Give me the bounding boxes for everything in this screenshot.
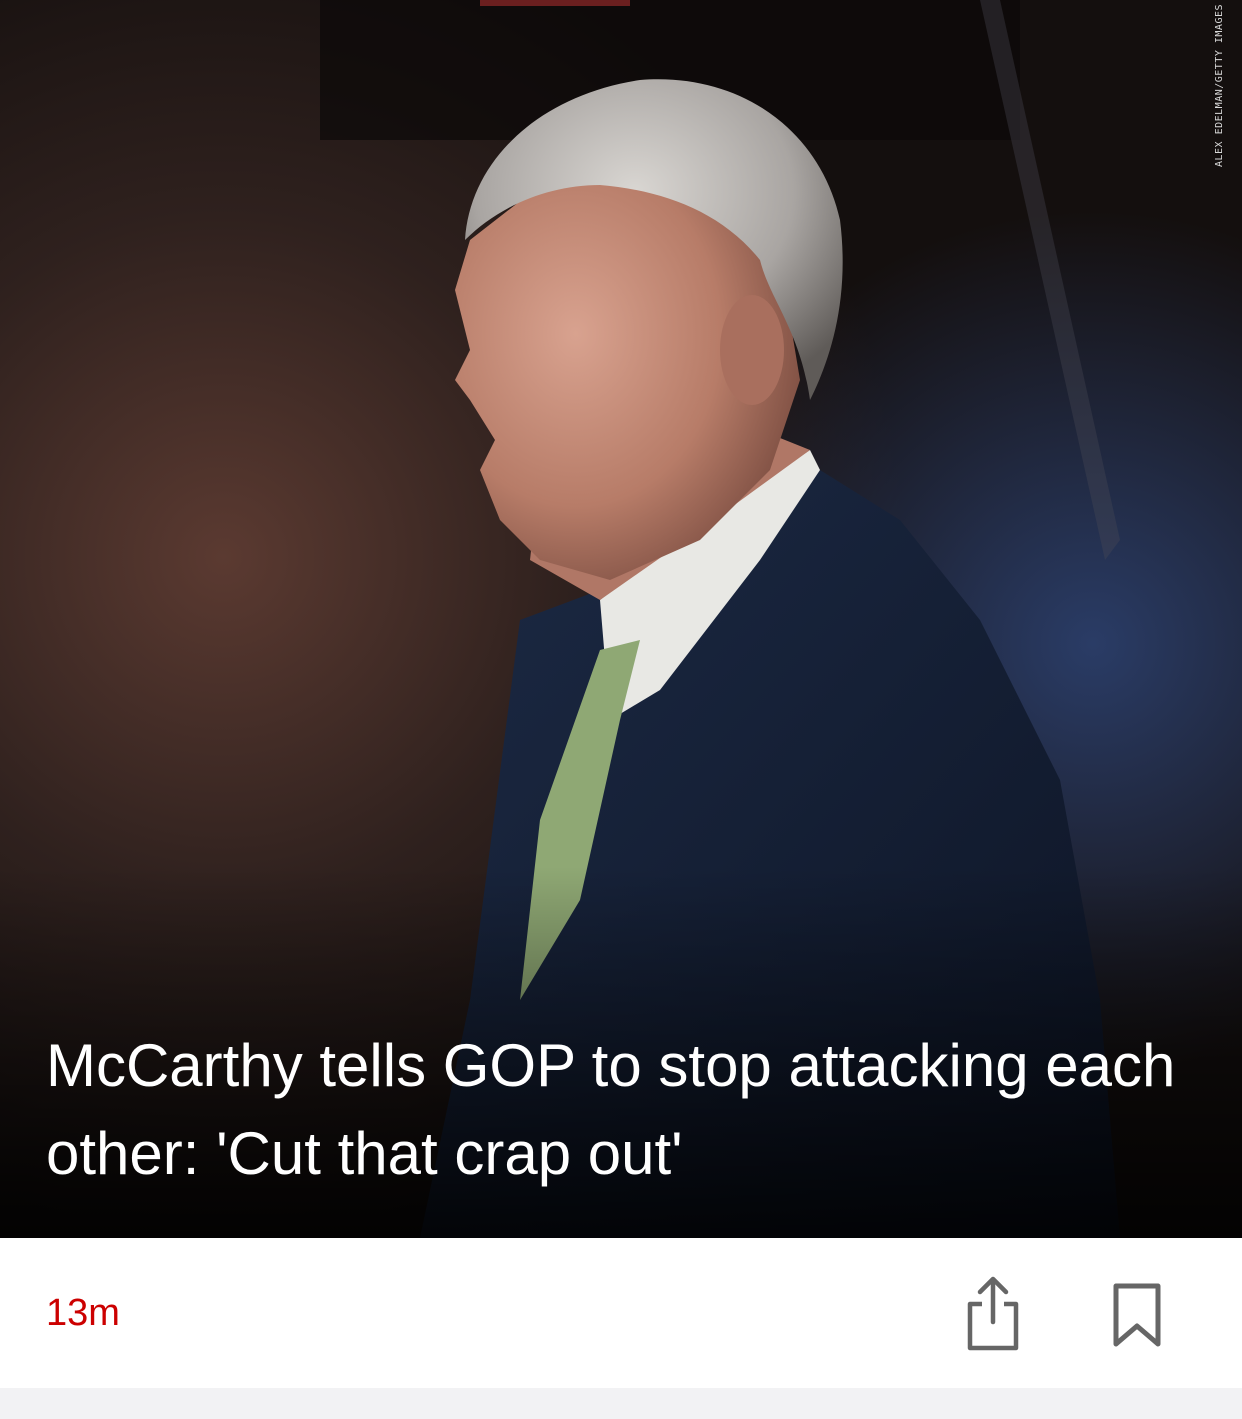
- share-button[interactable]: [958, 1274, 1028, 1354]
- bookmark-icon: [1113, 1283, 1161, 1347]
- timestamp: 13m: [46, 1292, 120, 1334]
- article-footer: 13m: [0, 1238, 1242, 1388]
- bookmark-button[interactable]: [1102, 1274, 1172, 1354]
- article-hero[interactable]: ALEX EDELMAN/GETTY IMAGES McCarthy tells…: [0, 0, 1242, 1238]
- article-card[interactable]: ALEX EDELMAN/GETTY IMAGES McCarthy tells…: [0, 0, 1242, 1388]
- photo-credit: ALEX EDELMAN/GETTY IMAGES: [1214, 4, 1225, 168]
- share-icon: [967, 1276, 1019, 1351]
- article-headline[interactable]: McCarthy tells GOP to stop attacking eac…: [46, 1022, 1186, 1198]
- feed-separator: [0, 1388, 1242, 1419]
